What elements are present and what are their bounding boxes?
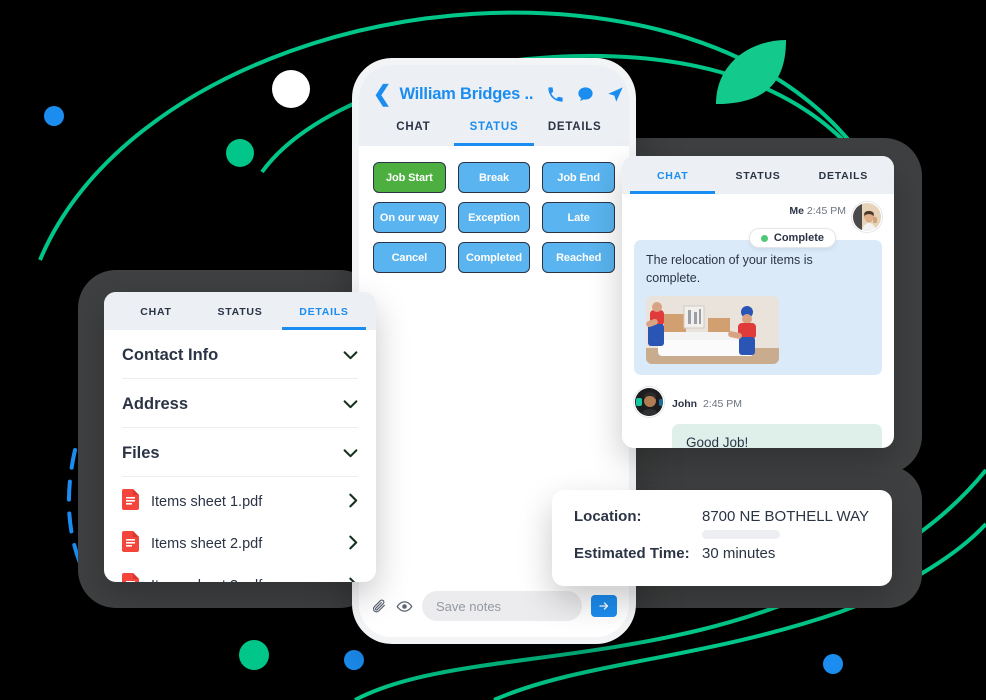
message-sender: Me xyxy=(789,205,804,217)
message-bubble-outgoing: The relocation of your items is complete… xyxy=(634,240,882,376)
phone-tabs: CHAT STATUS DETAILS xyxy=(373,121,615,146)
message-meta: Me 2:45 PM xyxy=(789,202,846,217)
save-notes-input[interactable]: Save notes xyxy=(422,591,582,621)
phone-icon[interactable] xyxy=(546,85,565,104)
location-value: 8700 NE BOTHELL WAY xyxy=(702,508,870,525)
avatar-john xyxy=(634,387,664,418)
chat-tab-details[interactable]: DETAILS xyxy=(801,170,886,194)
chat-tab-status[interactable]: STATUS xyxy=(715,170,800,194)
message-outgoing: Me 2:45 PM Complete The relocation of yo… xyxy=(634,202,882,376)
chevron-down-icon[interactable] xyxy=(343,397,358,412)
accordion-address[interactable]: Address xyxy=(122,379,358,428)
accordion-title: Address xyxy=(122,395,189,413)
file-name: Items sheet 3.pdf xyxy=(151,578,337,582)
tab-chat[interactable]: CHAT xyxy=(373,121,454,146)
status-button-job-start[interactable]: Job Start xyxy=(373,162,446,193)
location-row: Location: 8700 NE BOTHELL WAY xyxy=(574,508,870,525)
message-list: Me 2:45 PM Complete The relocation of yo… xyxy=(622,194,894,448)
status-button-completed[interactable]: Completed xyxy=(457,242,531,273)
message-meta: John 2:45 PM xyxy=(672,395,742,410)
location-label: Location: xyxy=(574,508,642,525)
message-incoming: John 2:45 PM Good Job! xyxy=(634,387,882,448)
status-button-break[interactable]: Break xyxy=(457,162,531,193)
screenshot-root: ❮ William Bridges .. CHAT STATUS DETAILS… xyxy=(0,0,986,700)
status-badge: Complete xyxy=(748,228,836,248)
phone-composer: Save notes xyxy=(359,581,629,637)
accordion-files[interactable]: Files xyxy=(122,428,358,477)
pdf-file-icon xyxy=(122,489,139,515)
status-button-reached[interactable]: Reached xyxy=(542,242,615,273)
message-sender: John xyxy=(672,397,698,410)
accordion-title: Contact Info xyxy=(122,346,219,364)
chevron-right-icon[interactable] xyxy=(349,535,358,553)
chevron-down-icon[interactable] xyxy=(343,348,358,363)
leaf-shape xyxy=(716,40,786,104)
status-button-exception[interactable]: Exception xyxy=(457,202,531,233)
details-tab-status[interactable]: STATUS xyxy=(198,306,282,330)
message-time: 2:45 PM xyxy=(806,205,846,217)
chat-card-tabs: CHAT STATUS DETAILS xyxy=(622,156,894,194)
green-dot-bottom-left xyxy=(239,640,269,670)
estimated-time-row: Estimated Time: 30 minutes xyxy=(574,545,870,562)
details-tab-details[interactable]: DETAILS xyxy=(282,306,366,330)
phone-header: ❮ William Bridges .. CHAT STATUS DETAILS xyxy=(359,65,629,146)
status-button-grid: Job Start Break Job End On our way Excep… xyxy=(373,162,615,273)
accordion-title: Files xyxy=(122,444,160,462)
chat-card: CHAT STATUS DETAILS Me 2:45 PM Complete … xyxy=(622,156,894,448)
blue-dot-bottom-right xyxy=(823,654,843,674)
eye-icon[interactable] xyxy=(396,598,413,615)
file-list-item[interactable]: Items sheet 2.pdf xyxy=(122,523,358,565)
message-time: 2:45 PM xyxy=(702,397,743,410)
file-list-item[interactable]: Items sheet 1.pdf xyxy=(122,481,358,523)
estimated-time-value: 30 minutes xyxy=(702,545,776,562)
white-dot-top xyxy=(272,70,310,108)
accordion-contact-info[interactable]: Contact Info xyxy=(122,330,358,379)
details-card-tabs: CHAT STATUS DETAILS xyxy=(104,292,376,330)
pdf-file-icon xyxy=(122,573,139,582)
chat-bubble-icon[interactable] xyxy=(576,85,595,104)
file-list-item[interactable]: Items sheet 3.pdf xyxy=(122,565,358,582)
tab-status[interactable]: STATUS xyxy=(453,121,535,146)
message-text: The relocation of your items is complete… xyxy=(646,253,813,286)
estimated-time-label: Estimated Time: xyxy=(574,545,690,562)
blue-dot-bottom-left xyxy=(344,650,364,670)
message-attachment-image[interactable] xyxy=(646,296,779,365)
status-button-cancel[interactable]: Cancel xyxy=(373,242,446,273)
redacted-placeholder-bar xyxy=(702,530,780,539)
chevron-right-icon[interactable] xyxy=(349,577,358,582)
status-button-on-our-way[interactable]: On our way xyxy=(373,202,446,233)
tab-details[interactable]: DETAILS xyxy=(534,121,615,146)
navigate-icon[interactable] xyxy=(606,85,625,104)
blue-dot-left xyxy=(44,106,64,126)
file-name: Items sheet 1.pdf xyxy=(151,494,263,510)
details-accordion: Contact Info Address Files Items sheet 1… xyxy=(104,330,376,582)
back-chevron-icon[interactable]: ❮ xyxy=(373,83,391,105)
avatar-me xyxy=(852,202,882,232)
message-bubble-incoming: Good Job! xyxy=(672,424,882,448)
contact-name: William Bridges .. xyxy=(399,84,534,103)
file-name: Items sheet 2.pdf xyxy=(151,536,263,552)
status-button-job-end[interactable]: Job End xyxy=(542,162,615,193)
chevron-down-icon[interactable] xyxy=(343,446,358,461)
paperclip-icon[interactable] xyxy=(371,598,387,614)
status-dot xyxy=(760,234,768,242)
pdf-file-icon xyxy=(122,531,139,557)
green-dot-upper-left xyxy=(226,139,254,167)
chat-tab-chat[interactable]: CHAT xyxy=(630,170,716,194)
details-tab-chat[interactable]: CHAT xyxy=(114,306,198,330)
send-button[interactable] xyxy=(591,595,617,617)
chevron-right-icon[interactable] xyxy=(349,493,358,511)
status-button-late[interactable]: Late xyxy=(542,202,615,233)
details-card: CHAT STATUS DETAILS Contact Info Address… xyxy=(104,292,376,582)
status-badge-label: Complete xyxy=(773,232,824,244)
location-card: Location: 8700 NE BOTHELL WAY Estimated … xyxy=(552,490,892,586)
